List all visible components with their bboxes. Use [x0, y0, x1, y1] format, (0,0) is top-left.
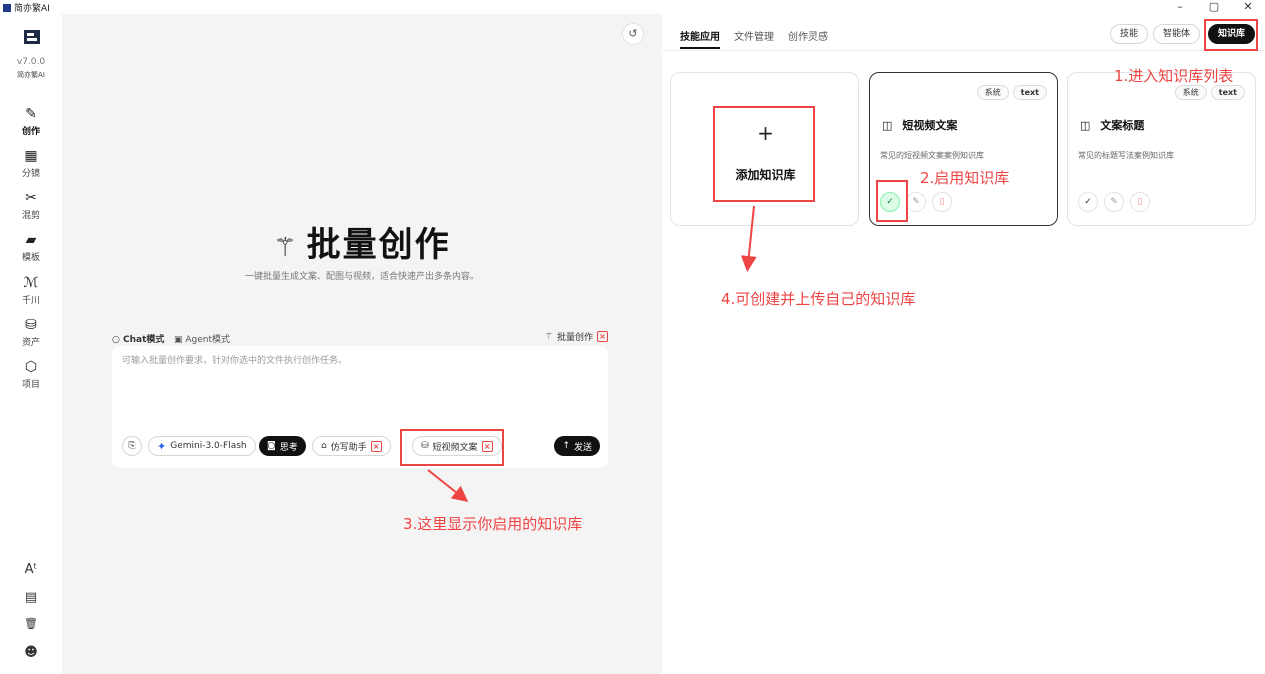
card-description: 常见的短视频文案案例知识库 [880, 151, 984, 160]
page-title: ⚚ 批量创作 [273, 225, 451, 265]
paperclip-icon: ⎘ [128, 441, 136, 451]
arrow-up-icon: ↑ [562, 441, 570, 451]
sidebar-item-assets[interactable]: ⛁ 资产 [0, 317, 62, 348]
history-icon[interactable]: ↺ [622, 23, 644, 45]
card-tags: 系统 text [976, 85, 1047, 100]
think-toggle[interactable]: ◙ 思考 [259, 436, 306, 456]
mode-row: ○ Chat模式 ▣ Agent模式 ⚚ 批量创作 × [112, 330, 608, 346]
project-icon: ⬡ [24, 359, 38, 375]
tag-type: text [1012, 85, 1047, 100]
user-icon[interactable]: ☻ [0, 645, 62, 660]
card-title: ◫ 文案标题 [1080, 118, 1145, 133]
font-size-icon[interactable]: Aᵗ [0, 562, 62, 577]
tab-file-management[interactable]: 文件管理 [734, 28, 774, 50]
trash-icon[interactable]: 🗑 [0, 617, 62, 630]
version-label: v7.0.0 [16, 57, 46, 67]
sidebar-item-storyboard[interactable]: ▦ 分镜 [0, 148, 62, 179]
edit-icon[interactable]: ✎ [906, 192, 926, 212]
tag-system: 系统 [976, 85, 1009, 100]
sidebar-item-qianchuan[interactable]: ℳ 千川 [0, 275, 62, 306]
app-logo-icon [3, 3, 11, 12]
magic-wand-icon: ⚚ [273, 233, 299, 263]
prompt-placeholder: 可输入批量创作要求，针对你选中的文件执行创作任务。 [122, 356, 348, 366]
storyboard-icon: ▦ [24, 148, 38, 164]
annotation-box [1204, 19, 1258, 51]
annotation-box [713, 106, 815, 202]
edit-icon[interactable]: ✎ [1104, 192, 1124, 212]
gemini-icon: ✦ [157, 439, 167, 453]
agent-mode-tab[interactable]: ▣ Agent模式 [174, 332, 230, 345]
sidebar-item-remix[interactable]: ✂ 混剪 [0, 190, 62, 221]
attach-button[interactable]: ⎘ [122, 436, 142, 456]
template-icon: ▰ [25, 232, 37, 248]
knowledge-card[interactable]: 系统 text ◫ 文案标题 常见的标题写法案例知识库 ✓ ✎ ▯ [1067, 72, 1256, 226]
assistant-icon: ⌂ [321, 441, 327, 451]
minimize-button[interactable]: – [1163, 0, 1197, 14]
card-description: 常见的标题写法案例知识库 [1078, 151, 1174, 160]
window-controls: – ▢ ✕ [1163, 0, 1265, 14]
pen-icon: ✎ [25, 106, 37, 122]
tabs-divider [662, 50, 1265, 51]
batch-create-tag: ⚚ 批量创作 × [545, 330, 608, 343]
close-icon[interactable]: × [597, 331, 608, 342]
sidebar-item-template[interactable]: ▰ 模板 [0, 232, 62, 263]
panel-tabs: 技能应用 文件管理 创作灵感 [680, 28, 842, 50]
annotation-step-3: 3.这里显示你启用的知识库 [403, 515, 583, 533]
card-title: ◫ 短视频文案 [882, 118, 958, 133]
brand-name: 简亦繁AI [17, 71, 45, 79]
annotation-box [400, 429, 504, 466]
tag-type: text [1210, 85, 1245, 100]
maximize-button[interactable]: ▢ [1197, 0, 1231, 14]
card-actions: ✓ ✎ ▯ [1078, 192, 1150, 212]
annotation-step-1: 1.进入知识库列表 [1114, 67, 1234, 85]
book-icon: ◫ [882, 118, 893, 132]
enable-check-button[interactable]: ✓ [1078, 192, 1098, 212]
delete-icon[interactable]: ▯ [932, 192, 952, 212]
segment-agents[interactable]: 智能体 [1153, 24, 1201, 44]
sidebar: v7.0.0 简亦繁AI ✎ 创作 ▦ 分镜 ✂ 混剪 ▰ 模板 ℳ 千川 ⛁ … [0, 14, 62, 674]
qianchuan-icon: ℳ [23, 275, 39, 291]
magic-wand-icon: ⚚ [544, 331, 553, 342]
tab-inspiration[interactable]: 创作灵感 [788, 28, 828, 50]
prompt-toolbar: ⎘ ✦ Gemini-3.0-Flash ◙ 思考 ⌂ 仿写助手 × ⛁ 短视频… [122, 436, 600, 456]
create-panel: ↺ ⚚ 批量创作 一键批量生成文案、配图与视频，适合快速产出多条内容。 ○ Cha… [62, 14, 662, 674]
chat-bubble-icon: ◙ [267, 441, 276, 451]
delete-icon[interactable]: ▯ [1130, 192, 1150, 212]
annotation-box [876, 180, 908, 222]
card-tags: 系统 text [1174, 85, 1245, 100]
sidebar-item-create[interactable]: ✎ 创作 [0, 106, 62, 137]
title-bar: 简亦繁AI – ▢ ✕ [0, 0, 1265, 14]
model-selector[interactable]: ✦ Gemini-3.0-Flash [148, 436, 256, 456]
tag-system: 系统 [1174, 85, 1207, 100]
annotation-step-2: 2.启用知识库 [920, 169, 1010, 187]
scissors-icon: ✂ [25, 190, 37, 206]
sidebar-item-project[interactable]: ⬡ 项目 [0, 359, 62, 390]
annotation-step-4: 4.可创建并上传自己的知识库 [721, 290, 916, 308]
assets-icon: ⛁ [25, 317, 37, 333]
segment-skills[interactable]: 技能 [1110, 24, 1149, 44]
tab-skills-app[interactable]: 技能应用 [680, 28, 720, 50]
assistant-chip[interactable]: ⌂ 仿写助手 × [312, 436, 391, 456]
prompt-input[interactable]: 可输入批量创作要求，针对你选中的文件执行创作任务。 ⎘ ✦ Gemini-3.0… [112, 346, 608, 468]
chat-mode-tab[interactable]: ○ Chat模式 [112, 332, 164, 345]
brand-logo-icon [24, 30, 40, 44]
close-button[interactable]: ✕ [1231, 0, 1265, 14]
page-subtitle: 一键批量生成文案、配图与视频，适合快速产出多条内容。 [244, 272, 479, 282]
card-icon[interactable]: ▤ [0, 590, 62, 605]
book-icon: ◫ [1080, 118, 1091, 132]
send-button[interactable]: ↑ 发送 [554, 436, 600, 456]
app-title: 简亦繁AI [3, 1, 50, 14]
close-icon[interactable]: × [370, 440, 382, 452]
